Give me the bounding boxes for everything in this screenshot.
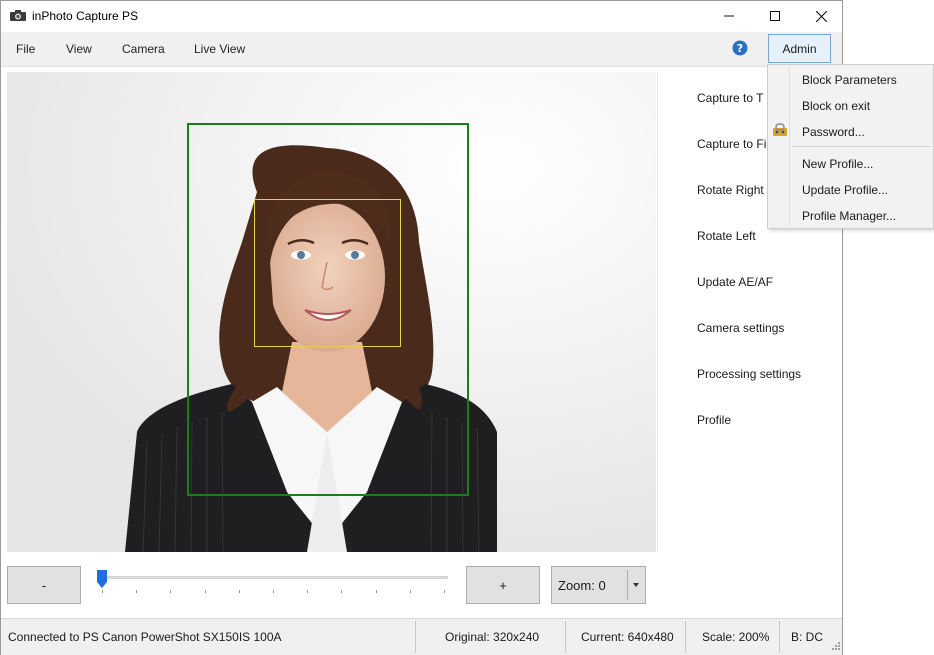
status-bar: Connected to PS Canon PowerShot SX150IS …: [1, 618, 842, 655]
zoom-slider-track[interactable]: [101, 576, 448, 579]
status-separator: [779, 621, 780, 653]
slider-tick: [375, 590, 377, 593]
slider-tick: [204, 590, 206, 593]
camera-settings-button[interactable]: Camera settings: [697, 321, 784, 335]
close-button[interactable]: [798, 1, 844, 31]
camera-icon: [10, 10, 26, 21]
menu-item-block-on-exit[interactable]: Block on exit: [802, 99, 870, 113]
maximize-button[interactable]: [752, 1, 798, 31]
camera-preview[interactable]: [7, 72, 656, 552]
menu-gutter: [789, 67, 790, 226]
zoom-slider-thumb[interactable]: [97, 570, 107, 588]
slider-tick: [170, 590, 172, 593]
status-scale: Scale: 200%: [702, 630, 770, 644]
menu-item-password[interactable]: Password...: [802, 125, 865, 139]
title-bar: inPhoto Capture PS: [1, 1, 842, 31]
status-separator: [565, 621, 566, 653]
slider-tick: [102, 590, 103, 593]
status-current: Current: 640x480: [581, 630, 674, 644]
status-separator: [685, 621, 686, 653]
slider-tick: [444, 590, 445, 593]
key-lock-icon: [773, 123, 787, 136]
zoom-dropdown-separator: [627, 570, 628, 600]
menu-item-block-parameters[interactable]: Block Parameters: [802, 73, 897, 87]
slider-tick: [273, 590, 274, 593]
admin-button[interactable]: Admin: [768, 34, 831, 63]
zoom-value: Zoom: 0: [558, 578, 606, 593]
slider-tick: [238, 590, 240, 593]
slider-tick: [409, 590, 411, 593]
status-connection: Connected to PS Canon PowerShot SX150IS …: [8, 630, 282, 644]
menu-item-update-profile[interactable]: Update Profile...: [802, 183, 888, 197]
menu-file[interactable]: File: [16, 42, 35, 56]
panel-divider: [657, 72, 658, 552]
menu-item-profile-manager[interactable]: Profile Manager...: [802, 209, 896, 223]
close-icon: [815, 10, 827, 22]
menu-live-view[interactable]: Live View: [194, 42, 245, 56]
minimize-button[interactable]: [706, 1, 752, 31]
zoom-dropdown[interactable]: Zoom: 0: [551, 566, 646, 604]
help-icon[interactable]: ?: [732, 40, 748, 56]
minimize-icon: [724, 15, 734, 17]
menu-item-new-profile[interactable]: New Profile...: [802, 157, 873, 171]
app-window: inPhoto Capture PS File View Camera Live…: [0, 0, 843, 655]
processing-settings-button[interactable]: Processing settings: [697, 367, 801, 381]
face-detection-frame: [254, 199, 401, 347]
capture-to-file-button[interactable]: Capture to Fi: [697, 137, 766, 151]
capture-to-tray-button[interactable]: Capture to T: [697, 91, 763, 105]
resize-grip-icon[interactable]: [829, 641, 841, 653]
slider-tick: [307, 590, 309, 593]
menu-separator: [792, 146, 930, 147]
rotate-left-button[interactable]: Rotate Left: [697, 229, 756, 243]
rotate-right-button[interactable]: Rotate Right: [697, 183, 764, 197]
zoom-out-button[interactable]: -: [7, 566, 81, 604]
maximize-icon: [770, 11, 780, 21]
svg-text:?: ?: [737, 42, 743, 55]
status-original: Original: 320x240: [445, 630, 540, 644]
update-ae-af-button[interactable]: Update AE/AF: [697, 275, 773, 289]
slider-tick: [136, 590, 138, 593]
menu-bar: File View Camera Live View ? Admin: [1, 32, 842, 67]
status-separator: [415, 621, 416, 653]
zoom-in-button[interactable]: +: [466, 566, 540, 604]
window-title: inPhoto Capture PS: [32, 9, 139, 23]
menu-view[interactable]: View: [66, 42, 92, 56]
slider-tick: [341, 590, 343, 593]
profile-button[interactable]: Profile: [697, 413, 731, 427]
admin-menu: Block Parameters Block on exit Password.…: [767, 64, 934, 229]
status-mode: B: DC: [791, 630, 824, 644]
menu-camera[interactable]: Camera: [122, 42, 165, 56]
chevron-down-icon[interactable]: [633, 583, 639, 587]
